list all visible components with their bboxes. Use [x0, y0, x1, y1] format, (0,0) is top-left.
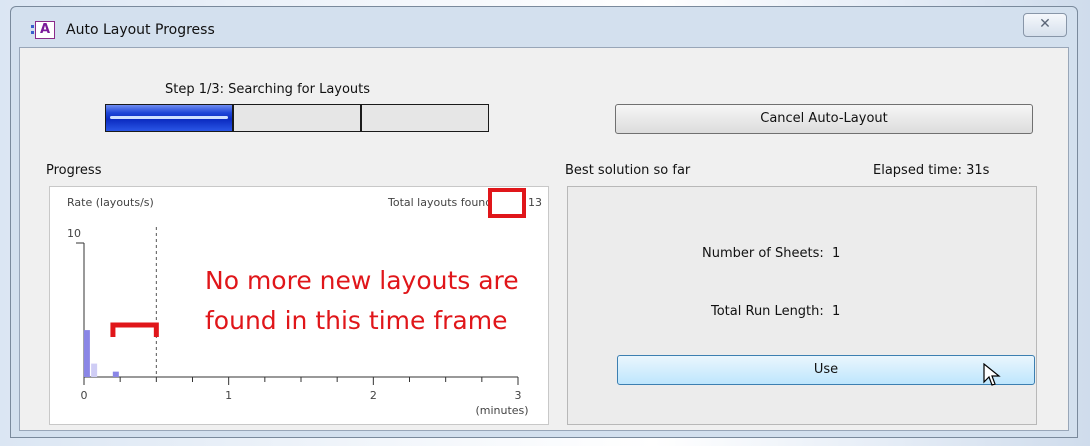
- total-layouts-found-value: 13: [528, 196, 542, 209]
- annotation-line-1: No more new layouts are: [205, 266, 519, 295]
- total-run-length-label: Total Run Length:: [711, 304, 824, 319]
- rate-bar: [83, 330, 90, 377]
- x-tick-label: 3: [515, 389, 522, 402]
- app-icon: A: [31, 21, 55, 39]
- total-found-highlight: [488, 188, 526, 218]
- number-of-sheets-label: Number of Sheets:: [702, 246, 824, 261]
- close-icon: ✕: [1039, 16, 1051, 32]
- use-solution-button[interactable]: Use: [617, 355, 1035, 385]
- progress-section-label: Progress: [46, 163, 102, 178]
- y-tick-label: 10: [67, 227, 81, 240]
- chart-bars: [83, 330, 119, 377]
- chart-x-axis-title: (minutes): [475, 404, 528, 417]
- dialog-content: Step 1/3: Searching for Layouts Cancel A…: [19, 47, 1069, 431]
- total-layouts-found-label: Total layouts found: [387, 196, 492, 209]
- x-tick-label: 0: [81, 389, 88, 402]
- elapsed-time: Elapsed time: 31s: [873, 163, 990, 178]
- auto-layout-progress-dialog: A Auto Layout Progress ✕ Step 1/3: Searc…: [10, 6, 1078, 438]
- app-icon-letter: A: [39, 22, 51, 37]
- x-tick-label: 1: [225, 389, 232, 402]
- rate-bar: [112, 371, 119, 377]
- annotation-bracket: [110, 322, 159, 337]
- cancel-auto-layout-button[interactable]: Cancel Auto-Layout: [615, 104, 1033, 134]
- step-progress-segment-2: [233, 104, 361, 132]
- title-bar[interactable]: A Auto Layout Progress ✕: [11, 7, 1077, 47]
- chart-y-axis-title: Rate (layouts/s): [67, 196, 154, 209]
- number-of-sheets-value: 1: [832, 246, 841, 261]
- step-progress-segment-3: [361, 104, 489, 132]
- best-solution-label: Best solution so far: [565, 163, 691, 178]
- app-icon-dot: [31, 31, 34, 34]
- annotation-line-2: found in this time frame: [205, 306, 508, 335]
- mouse-cursor-icon: [983, 363, 1001, 386]
- window-title: Auto Layout Progress: [66, 22, 215, 38]
- close-button[interactable]: ✕: [1023, 13, 1067, 37]
- step-label: Step 1/3: Searching for Layouts: [165, 82, 371, 97]
- app-icon-dot: [31, 25, 34, 28]
- number-of-sheets-row: Number of Sheets: 1: [702, 246, 840, 261]
- rate-bar: [91, 363, 98, 377]
- x-tick-label: 2: [370, 389, 377, 402]
- total-run-length-value: 1: [832, 304, 841, 319]
- total-run-length-row: Total Run Length: 1: [711, 304, 840, 319]
- step-progress-segment-1: [105, 104, 233, 132]
